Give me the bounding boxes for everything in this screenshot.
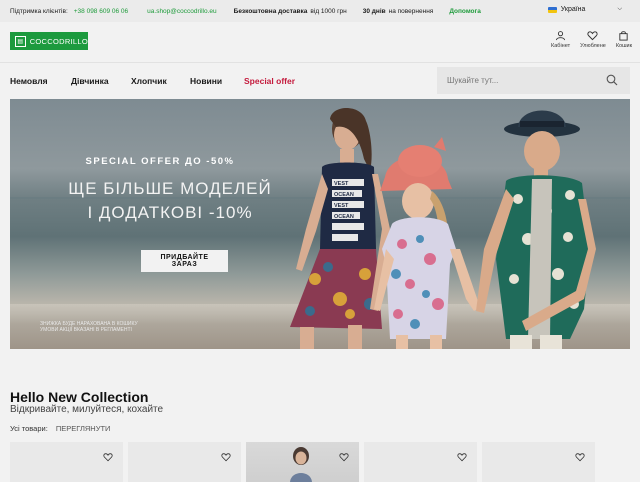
favorite-heart-icon[interactable] — [339, 452, 349, 462]
ukraine-flag-icon — [547, 6, 557, 13]
collection-subtitle: Відкривайте, милуйтеся, кохайте — [10, 404, 164, 415]
tshirt-print-text: OCEAN — [334, 214, 354, 220]
user-icon — [555, 31, 566, 41]
cart-label: Кошик — [615, 43, 632, 49]
offer-subheading: SPECIAL OFFER ДО -50% — [85, 156, 235, 167]
filter-label: Усі товари: — [10, 424, 48, 433]
product-row — [10, 442, 595, 482]
collection-filter: Усі товари: ПЕРЕГЛЯНУТИ — [10, 424, 110, 433]
offer-heading-line2: І ДОДАТКОВІ -10% — [87, 203, 253, 222]
girl-middle-figure — [374, 137, 480, 349]
account-label: Кабінет — [551, 43, 571, 49]
product-card[interactable] — [482, 442, 595, 482]
nav-item-news[interactable]: Новини — [190, 76, 222, 86]
collection-title: Hello New Collection — [10, 389, 149, 405]
tshirt-print-text: OCEAN — [334, 192, 354, 198]
view-all-link[interactable]: ПЕРЕГЛЯНУТИ — [56, 424, 111, 433]
main-nav: Немовля Дівчинка Хлопчик Новини Special … — [0, 62, 640, 100]
product-thumbnail — [290, 447, 312, 482]
help-link[interactable]: Допомога — [449, 8, 481, 15]
favorite-heart-icon[interactable] — [457, 452, 467, 462]
tshirt-print-text: VEST — [334, 181, 349, 187]
country-selector[interactable]: Україна ⌵ — [547, 6, 622, 13]
bag-icon — [619, 31, 629, 41]
shipping-bold: Безкоштовна доставка — [233, 7, 308, 15]
search-input[interactable] — [437, 75, 599, 86]
search-box[interactable] — [437, 67, 630, 94]
favorite-heart-icon[interactable] — [221, 452, 231, 462]
product-card[interactable] — [128, 442, 241, 482]
search-icon[interactable] — [606, 74, 618, 86]
favorite-heart-icon[interactable] — [103, 452, 113, 462]
shipping-rest: від 1000 грн — [310, 7, 347, 15]
heart-icon — [587, 31, 599, 41]
returns-bold: 30 днів — [362, 7, 386, 15]
support-phone-link[interactable]: +38 098 609 06 06 — [74, 8, 128, 15]
fine-print-line2: УМОВИ АКЦІЇ ВКАЗАНІ В РЕГЛАМЕНТІ — [40, 327, 132, 333]
banner-fine-print: ЗНИЖКА БУДЕ НАРАХОВАНА В КОШИКУ УМОВИ АК… — [40, 321, 180, 333]
nav-item-baby[interactable]: Немовля — [10, 76, 48, 86]
support-label: Підтримка клієнтів: — [10, 7, 68, 15]
brand-logo[interactable]: ▤ COCCODRILLO — [10, 32, 88, 50]
nav-item-girl[interactable]: Дівчинка — [71, 76, 109, 86]
returns-rest: на повернення — [388, 7, 434, 15]
chevron-down-icon: ⌵ — [617, 6, 622, 12]
site-header: ▤ COCCODRILLO Кабінет Улюблене Кошик — [0, 22, 640, 62]
product-card[interactable] — [10, 442, 123, 482]
tshirt-print-text: VEST — [334, 203, 349, 209]
account-button[interactable]: Кабінет — [551, 30, 570, 49]
top-info-bar: Підтримка клієнтів: +38 098 609 06 06 ua… — [0, 0, 640, 22]
girl-left-figure — [290, 107, 390, 349]
nav-item-special-offer[interactable]: Special offer — [244, 76, 295, 86]
cart-button[interactable]: Кошик — [616, 30, 632, 49]
favorites-button[interactable]: Улюблене — [580, 30, 606, 49]
boy-figure — [476, 110, 596, 349]
buy-now-button[interactable]: ПРИДБАЙТЕ ЗАРАЗ — [141, 250, 228, 272]
favorites-label: Улюблене — [580, 43, 606, 49]
offer-heading-line1: ЩЕ БІЛЬШЕ МОДЕЛЕЙ — [68, 179, 272, 198]
nav-item-boy[interactable]: Хлопчик — [131, 76, 167, 86]
support-email-link[interactable]: ua.shop@coccodrillo.eu — [147, 8, 216, 15]
product-card[interactable] — [246, 442, 359, 482]
hero-banner[interactable]: VEST OCEAN VEST OCEAN SPECIAL OFFER ДО -50%… — [10, 99, 630, 349]
header-actions: Кабінет Улюблене Кошик — [551, 30, 632, 49]
favorite-heart-icon[interactable] — [575, 452, 585, 462]
product-card[interactable] — [364, 442, 477, 482]
country-label: Україна — [560, 6, 586, 13]
logo-mark-icon: ▤ — [15, 35, 26, 47]
logo-text: COCCODRILLO — [29, 36, 88, 46]
offer-heading: ЩЕ БІЛЬШЕ МОДЕЛЕЙ І ДОДАТКОВІ -10% — [10, 177, 330, 225]
